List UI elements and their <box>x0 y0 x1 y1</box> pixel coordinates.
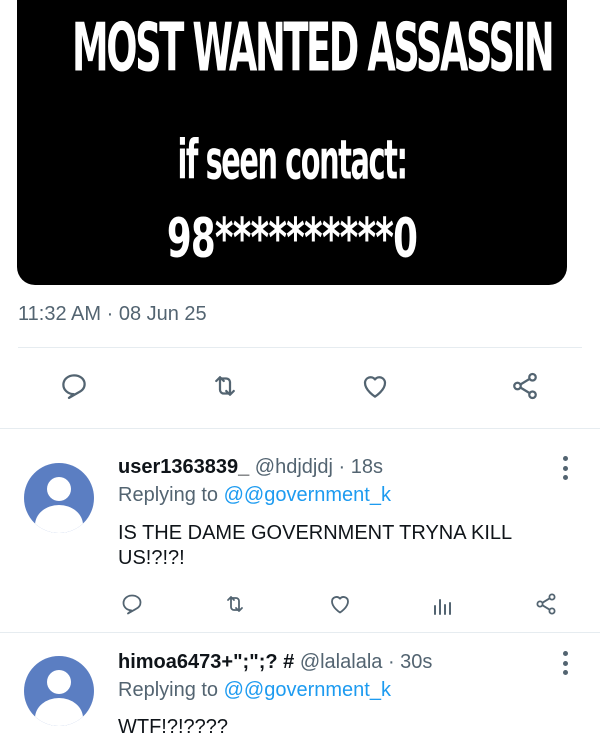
retweet-icon <box>227 596 243 612</box>
replying-to: Replying to @@government_k <box>118 679 391 702</box>
reply-icon <box>122 594 142 615</box>
replying-to-link[interactable]: @@government_k <box>224 484 391 506</box>
timestamp-separator: · <box>106 303 114 325</box>
retweet-button[interactable] <box>220 589 250 619</box>
like-icon <box>331 596 349 614</box>
replying-to-link[interactable]: @@government_k <box>224 679 391 701</box>
avatar[interactable] <box>24 463 94 533</box>
tweet-action-bar <box>0 368 600 408</box>
reply-header: himoa6473+";";? # @lalalala · 30s <box>118 651 432 674</box>
replying-label: Replying to <box>118 484 219 506</box>
image-headline: MOST WANTED ASSASSIN <box>72 8 555 87</box>
tweet-timestamp[interactable]: 11:32 AM · 08 Jun 25 <box>18 303 207 326</box>
reply-username[interactable]: himoa6473+";";? # <box>118 651 294 673</box>
reply-tweet[interactable]: himoa6473+";";? # @lalalala · 30s Replyi… <box>0 633 600 752</box>
share-icon <box>536 593 556 615</box>
reply-button[interactable] <box>117 589 147 619</box>
more-options-icon[interactable] <box>558 651 572 675</box>
image-subline: if seen contact: <box>177 130 407 193</box>
reply-text: IS THE DAME GOVERNMENT TRYNA KILL US!?!?… <box>118 522 512 569</box>
analytics-icon <box>434 599 451 615</box>
share-icon <box>513 372 537 400</box>
reply-age: · 30s <box>387 651 433 673</box>
reply-handle[interactable]: @hdjdjdj <box>255 456 333 478</box>
analytics-button[interactable] <box>427 591 457 621</box>
reply-age: · 18s <box>338 456 383 478</box>
avatar[interactable] <box>24 656 94 726</box>
reply-text: WTF!?!???? <box>118 716 229 738</box>
retweet-button[interactable] <box>207 368 243 404</box>
image-phone-number: 98**********0 <box>166 206 418 270</box>
reply-tweet[interactable]: user1363839_ @hdjdjdj · 18s Replying to … <box>0 429 600 632</box>
like-button[interactable] <box>357 368 393 404</box>
retweet-icon <box>215 376 235 396</box>
reply-handle[interactable]: @lalalala <box>300 651 383 673</box>
reply-username[interactable]: user1363839_ <box>118 456 249 478</box>
replying-to: Replying to @@government_k <box>118 484 391 507</box>
divider <box>18 347 582 348</box>
tweet-time: 11:32 AM <box>18 303 102 325</box>
replying-label: Replying to <box>118 679 219 701</box>
more-options-icon[interactable] <box>558 456 572 480</box>
reply-header: user1363839_ @hdjdjdj · 18s <box>118 456 383 479</box>
tweet-date: 08 Jun 25 <box>118 303 207 325</box>
reply-button[interactable] <box>56 368 92 404</box>
like-button[interactable] <box>325 589 355 619</box>
tweet-image[interactable]: MOST WANTED ASSASSIN if seen contact: 98… <box>17 0 567 285</box>
share-button[interactable] <box>531 589 561 619</box>
reply-icon <box>62 374 86 399</box>
share-button[interactable] <box>507 368 543 404</box>
like-icon <box>363 376 387 398</box>
